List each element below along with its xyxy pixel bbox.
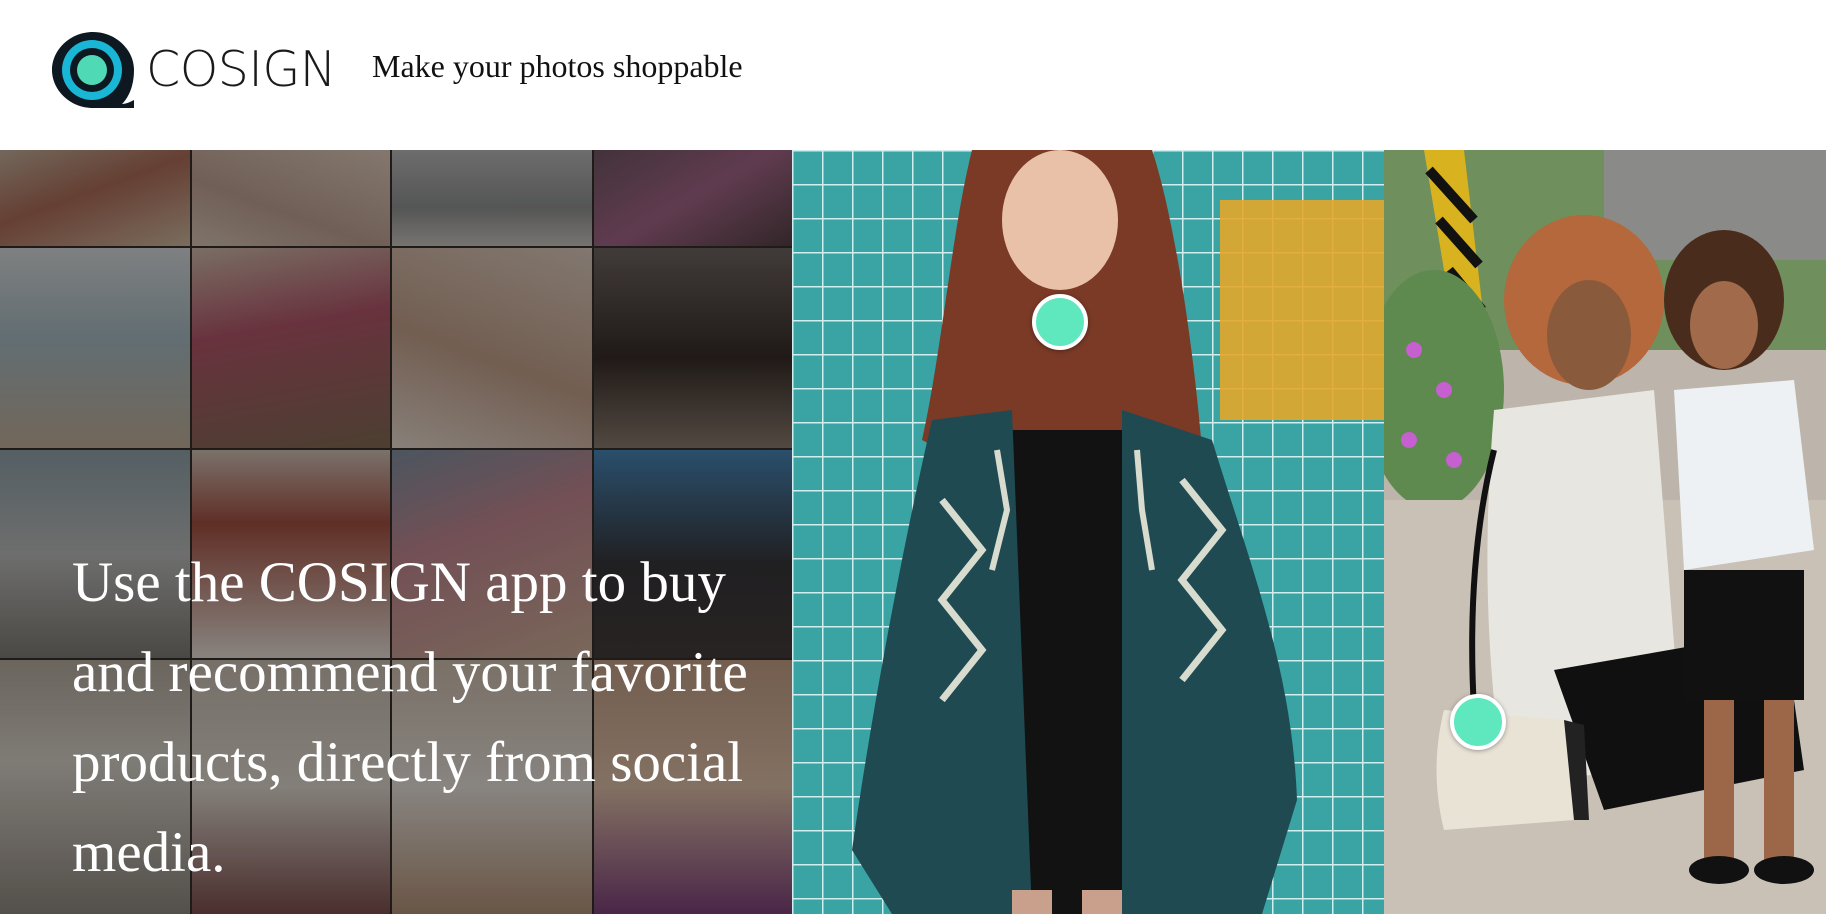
tagline: Make your photos shoppable <box>372 48 743 84</box>
product-hotspot-handbag[interactable] <box>1450 694 1506 750</box>
cosign-eye-logo-icon <box>52 32 134 108</box>
street-photo <box>1384 150 1826 914</box>
photo-collage-panel: Use the COSIGN app to buy and recommend … <box>0 150 792 914</box>
logo-wordmark: COSIGN <box>146 41 336 98</box>
shoppable-photo-cardigan <box>792 150 1384 914</box>
site-header: COSIGN Make your photos shoppable <box>0 0 1826 150</box>
tile-wall-photo <box>792 150 1384 914</box>
hero-headline: Use the COSIGN app to buy and recommend … <box>72 551 748 884</box>
hero-section: Use the COSIGN app to buy and recommend … <box>0 150 1826 914</box>
product-hotspot-glasses[interactable] <box>1032 294 1088 350</box>
shoppable-photo-handbag <box>1384 150 1826 914</box>
cosign-logo-link[interactable]: COSIGN <box>50 30 350 110</box>
